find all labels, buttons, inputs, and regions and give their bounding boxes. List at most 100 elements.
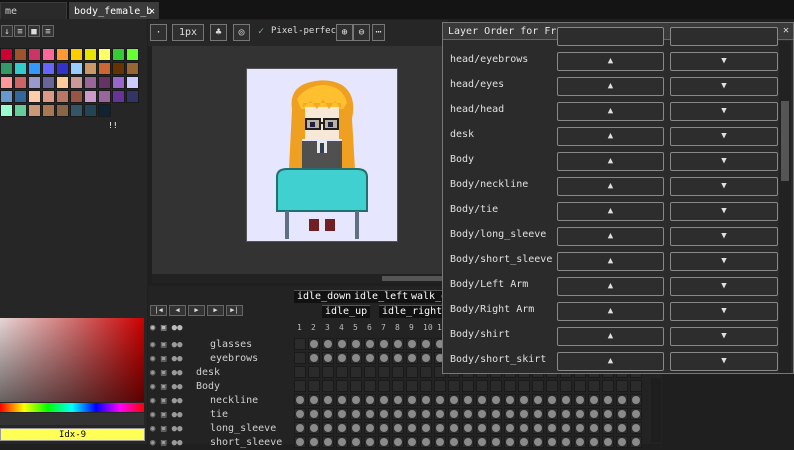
- timeline-cel[interactable]: [532, 380, 544, 392]
- palette-swatch[interactable]: [56, 76, 69, 89]
- timeline-cel[interactable]: [616, 436, 628, 448]
- timeline-cel[interactable]: [434, 408, 446, 420]
- timeline-cel[interactable]: [336, 394, 348, 406]
- timeline-cel[interactable]: [588, 422, 600, 434]
- timeline-cel[interactable]: [392, 408, 404, 420]
- timeline-cel[interactable]: [616, 380, 628, 392]
- layer-row[interactable]: ◉ ▣ ●● long_sleeve: [150, 422, 290, 436]
- palette-swatch[interactable]: [56, 90, 69, 103]
- timeline-cel[interactable]: [602, 422, 614, 434]
- timeline-cel[interactable]: [616, 394, 628, 406]
- timeline-cel[interactable]: [616, 422, 628, 434]
- timeline-cel[interactable]: [406, 338, 418, 350]
- move-up-button[interactable]: ▲: [557, 302, 664, 321]
- move-up-button[interactable]: ▲: [557, 327, 664, 346]
- palette-swatch[interactable]: [42, 76, 55, 89]
- palette-swatch[interactable]: [98, 76, 111, 89]
- timeline-cel[interactable]: [294, 408, 306, 420]
- timeline-cel[interactable]: [518, 408, 530, 420]
- timeline-cel[interactable]: [420, 380, 432, 392]
- move-down-button[interactable]: ▼: [670, 177, 778, 196]
- timeline-cel[interactable]: [322, 422, 334, 434]
- timeline-cel[interactable]: [336, 366, 348, 378]
- palette-swatch[interactable]: [84, 48, 97, 61]
- timeline-cel[interactable]: [308, 366, 320, 378]
- timeline-cel[interactable]: [350, 366, 362, 378]
- palette-swatch[interactable]: [70, 90, 83, 103]
- tab-body-female[interactable]: body_female_b ✕: [69, 2, 159, 19]
- frame-number[interactable]: 10: [423, 323, 433, 332]
- timeline-cel[interactable]: [476, 422, 488, 434]
- timeline-cel[interactable]: [574, 436, 586, 448]
- ink-icon[interactable]: ♣: [210, 24, 227, 41]
- timeline-cel[interactable]: [462, 394, 474, 406]
- timeline-cel[interactable]: [420, 366, 432, 378]
- palette-swatch[interactable]: [112, 90, 125, 103]
- timeline-cel[interactable]: [350, 352, 362, 364]
- timeline-cel[interactable]: [630, 422, 642, 434]
- tag-idle-down[interactable]: idle_down: [294, 290, 355, 303]
- tag-walk-down[interactable]: walk_d: [408, 290, 444, 303]
- layer-visibility-icon[interactable]: ◉ ▣ ●●: [150, 352, 183, 366]
- timeline-cel[interactable]: [602, 408, 614, 420]
- timeline-cel[interactable]: [294, 338, 306, 350]
- timeline-cel[interactable]: [322, 394, 334, 406]
- palette-swatch[interactable]: [0, 90, 13, 103]
- frame-number[interactable]: 7: [381, 323, 386, 332]
- timeline-cel[interactable]: [420, 408, 432, 420]
- palette-swatch[interactable]: [70, 104, 83, 117]
- palette-swatch[interactable]: [126, 76, 139, 89]
- timeline-cel[interactable]: [406, 436, 418, 448]
- timeline-cel[interactable]: [350, 436, 362, 448]
- timeline-cel[interactable]: [602, 394, 614, 406]
- palette-swatch[interactable]: [126, 62, 139, 75]
- palette-swatch[interactable]: [98, 104, 111, 117]
- timeline-cel[interactable]: [364, 408, 376, 420]
- timeline-cel[interactable]: [476, 408, 488, 420]
- timeline-cel[interactable]: [406, 394, 418, 406]
- checkbox-icon[interactable]: ✓: [258, 26, 264, 37]
- timeline-cel[interactable]: [490, 422, 502, 434]
- timeline-cel[interactable]: [364, 380, 376, 392]
- layer-row[interactable]: ◉ ▣ ●● desk: [150, 366, 290, 380]
- timeline-cel[interactable]: [532, 436, 544, 448]
- timeline-cel[interactable]: [574, 422, 586, 434]
- tag-idle-up[interactable]: idle_up: [322, 305, 371, 318]
- timeline-cel[interactable]: [350, 394, 362, 406]
- timeline-cel[interactable]: [588, 394, 600, 406]
- move-down-button[interactable]: ▼: [670, 127, 778, 146]
- palette-swatch[interactable]: [126, 90, 139, 103]
- timeline-cel[interactable]: [336, 338, 348, 350]
- layer-visibility-icon[interactable]: ◉ ▣ ●●: [150, 436, 183, 450]
- palette-swatch[interactable]: [42, 104, 55, 117]
- timeline-cel[interactable]: [616, 408, 628, 420]
- play-icon[interactable]: ▶: [188, 305, 205, 316]
- timeline-cel[interactable]: [406, 380, 418, 392]
- h-flip-icon[interactable]: ⊕: [336, 24, 353, 41]
- move-down-button[interactable]: ▼: [670, 352, 778, 371]
- move-up-button[interactable]: ▲: [557, 202, 664, 221]
- timeline-cel[interactable]: [476, 436, 488, 448]
- move-down-button[interactable]: ▼: [670, 77, 778, 96]
- timeline-cel[interactable]: [294, 366, 306, 378]
- palette-swatch[interactable]: [42, 90, 55, 103]
- frame-number[interactable]: 8: [395, 323, 400, 332]
- timeline-cel[interactable]: [518, 436, 530, 448]
- timeline-cel[interactable]: [518, 394, 530, 406]
- tab-me[interactable]: me: [0, 2, 67, 19]
- timeline-cel[interactable]: [364, 352, 376, 364]
- timeline-cel[interactable]: [448, 436, 460, 448]
- timeline-cel[interactable]: [406, 366, 418, 378]
- timeline-cel[interactable]: [364, 366, 376, 378]
- timeline-cel[interactable]: [588, 408, 600, 420]
- timeline-cel[interactable]: [364, 338, 376, 350]
- palette-swatch[interactable]: [70, 62, 83, 75]
- tag-idle-left[interactable]: idle_left: [351, 290, 412, 303]
- timeline-cel[interactable]: [630, 394, 642, 406]
- first-frame-icon[interactable]: |◀: [150, 305, 167, 316]
- timeline-cel[interactable]: [378, 380, 390, 392]
- timeline-cel[interactable]: [434, 436, 446, 448]
- color-picker[interactable]: [0, 318, 144, 402]
- timeline-cel[interactable]: [392, 352, 404, 364]
- palette-swatch[interactable]: [98, 90, 111, 103]
